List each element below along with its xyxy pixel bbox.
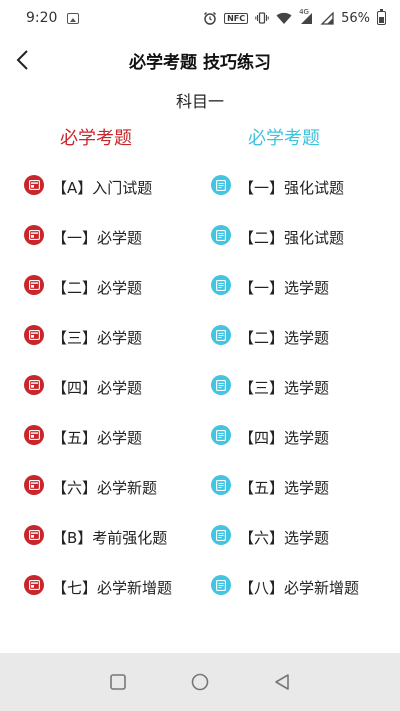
list-item[interactable]: 【二】强化试题 [211,213,400,263]
list-item[interactable]: 【四】必学题 [24,363,224,413]
battery-icon [377,9,386,25]
list-item[interactable]: 【一】必学题 [24,213,224,263]
list-item-label: 【三】必学题 [52,329,143,347]
vibrate-icon [255,12,269,24]
nfc-icon: NFC [224,12,249,24]
notebook-icon [211,575,231,595]
list-item-label: 【四】选学题 [239,429,330,447]
triangle-back-icon [275,674,289,690]
status-time: 9:20 [26,10,58,26]
right-column-title: 必学考题 [248,128,320,149]
alarm-icon [204,12,217,25]
list-item[interactable]: 【五】选学题 [211,463,400,513]
signal-2-icon [320,11,334,25]
list-item-label: 【六】必学新题 [52,479,158,497]
app-header: 必学考题 技巧练习 [0,38,400,82]
list-item-label: 【二】选学题 [239,329,330,347]
circle-icon [191,673,209,691]
notebook-icon [211,225,231,245]
left-exam-list: 【A】入门试题 【一】必学题 【二】必学题 【三】必学题 【四】必学题 【五】必… [24,163,224,613]
network-type: 4G [299,7,309,16]
list-item-label: 【一】必学题 [52,229,143,247]
list-item-label: 【六】选学题 [239,529,330,547]
list-item-label: 【二】必学题 [52,279,143,297]
notebook-icon [211,425,231,445]
exam-paper-icon [24,225,44,245]
recents-button[interactable] [108,672,128,692]
right-exam-list: 【一】强化试题 【二】强化试题 【一】选学题 【二】选学题 【三】选学题 【四】… [211,163,400,613]
exam-paper-icon [24,425,44,445]
notebook-icon [211,475,231,495]
notebook-icon [211,275,231,295]
left-column-title: 必学考题 [60,128,132,149]
list-item-label: 【四】必学题 [52,379,143,397]
list-item-label: 【七】必学新增题 [52,579,173,597]
list-item-label: 【二】强化试题 [239,229,345,247]
list-item-label: 【八】必学新增题 [239,579,360,597]
list-item[interactable]: 【八】必学新增题 [211,563,400,613]
list-item-label: 【五】必学题 [52,429,143,447]
subject-label: 科目一 [175,92,224,111]
list-item[interactable]: 【二】必学题 [24,263,224,313]
exam-paper-icon [24,175,44,195]
system-nav-bar [0,653,400,711]
home-button[interactable] [190,672,210,692]
list-item[interactable]: 【五】必学题 [24,413,224,463]
gallery-notification-icon [67,12,80,24]
battery-percent: 56% [341,10,370,26]
list-item[interactable]: 【一】强化试题 [211,163,400,213]
back-nav-button[interactable] [272,672,292,692]
exam-paper-icon [24,575,44,595]
exam-paper-icon [24,525,44,545]
list-item[interactable]: 【三】选学题 [211,363,400,413]
list-item[interactable]: 【B】考前强化题 [24,513,224,563]
list-item-label: 【B】考前强化题 [52,529,168,547]
list-item-label: 【A】入门试题 [52,179,153,197]
list-item-label: 【三】选学题 [239,379,330,397]
list-item[interactable]: 【二】选学题 [211,313,400,363]
list-item-label: 【一】选学题 [239,279,330,297]
notebook-icon [211,325,231,345]
chevron-left-icon [16,50,28,70]
square-icon [110,674,126,690]
back-button[interactable] [8,46,36,74]
list-item[interactable]: 【四】选学题 [211,413,400,463]
list-item[interactable]: 【六】必学新题 [24,463,224,513]
page-title: 必学考题 技巧练习 [129,52,271,73]
list-item-label: 【一】强化试题 [239,179,345,197]
list-item[interactable]: 【一】选学题 [211,263,400,313]
exam-paper-icon [24,375,44,395]
list-item[interactable]: 【三】必学题 [24,313,224,363]
exam-paper-icon [24,475,44,495]
status-bar: 9:20 NFC 4G 56% [0,0,400,36]
notebook-icon [211,525,231,545]
wifi-icon [276,12,292,24]
notebook-icon [211,375,231,395]
exam-paper-icon [24,275,44,295]
list-item[interactable]: 【A】入门试题 [24,163,224,213]
exam-paper-icon [24,325,44,345]
list-item-label: 【五】选学题 [239,479,330,497]
list-item[interactable]: 【六】选学题 [211,513,400,563]
notebook-icon [211,175,231,195]
list-item[interactable]: 【七】必学新增题 [24,563,224,613]
